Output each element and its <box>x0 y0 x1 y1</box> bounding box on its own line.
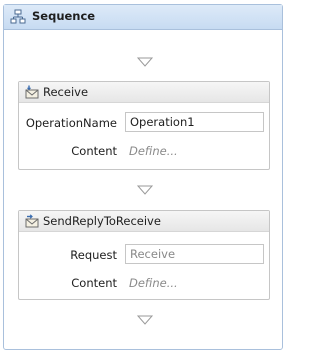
drop-target-arrow-icon[interactable] <box>137 185 153 195</box>
receive-activity[interactable]: Receive OperationName Operation1 Content… <box>18 81 270 170</box>
operation-name-label: OperationName <box>25 116 117 130</box>
receive-content-label: Content <box>71 144 117 158</box>
envelope-in-icon <box>25 85 39 99</box>
drop-target-arrow-icon[interactable] <box>137 57 153 67</box>
sequence-header[interactable]: Sequence <box>4 5 282 30</box>
send-reply-title: SendReplyToReceive <box>43 214 161 228</box>
operation-name-input[interactable]: Operation1 <box>125 112 264 132</box>
sequence-title: Sequence <box>32 9 96 23</box>
sequence-container[interactable]: Sequence Receive OperationName Operation… <box>3 4 283 350</box>
receive-title: Receive <box>43 85 89 99</box>
sequence-icon <box>10 9 26 24</box>
drop-target-arrow-icon[interactable] <box>137 315 153 325</box>
send-reply-content-label: Content <box>71 276 117 290</box>
receive-header[interactable]: Receive <box>19 82 269 103</box>
receive-content-define-link[interactable]: Define... <box>129 144 178 158</box>
request-label: Request <box>70 248 117 262</box>
send-reply-header[interactable]: SendReplyToReceive <box>19 211 269 232</box>
send-reply-content-define-link[interactable]: Define... <box>129 276 178 290</box>
send-reply-activity[interactable]: SendReplyToReceive Request Receive Conte… <box>18 210 270 300</box>
request-input[interactable]: Receive <box>125 244 264 264</box>
envelope-out-icon <box>25 214 39 228</box>
